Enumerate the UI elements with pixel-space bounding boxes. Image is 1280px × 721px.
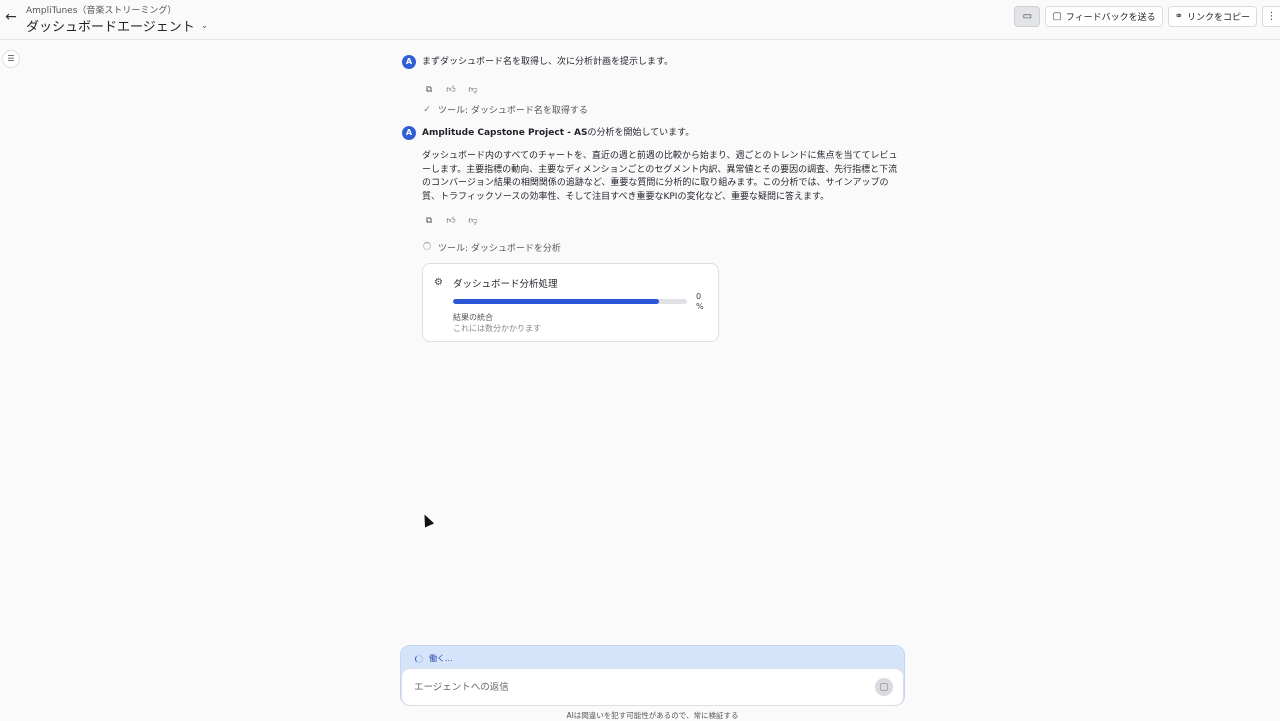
- mouse-cursor-icon: [419, 512, 435, 528]
- link-icon: ⚭: [1174, 10, 1183, 22]
- progress-title: ダッシュボード分析処理: [453, 279, 558, 290]
- tool-status[interactable]: ✓ ツール: ダッシュボード名を取得する: [422, 103, 588, 117]
- copy-link-label: リンクをコピー: [1186, 13, 1250, 23]
- message-text: まずダッシュボード名を取得し、次に分析計画を提示します。: [422, 57, 674, 67]
- page-title-text: ダッシュボードエージェント: [26, 20, 195, 35]
- progress-stage: 結果の統合: [453, 313, 493, 322]
- progress-stage-note: これには数分かかります: [453, 324, 541, 333]
- disclaimer: AIは間違いを犯す可能性があるので、常に検証する: [566, 711, 739, 720]
- message-body: ダッシュボード内のすべてのチャートを、直近の週と前週の比較から始まり、週ごとのト…: [422, 151, 898, 202]
- progress-card: ⚙ ダッシュボード分析処理 0 % 結果の統合 これには数分かかります: [422, 263, 719, 342]
- tool-status[interactable]: ツール: ダッシュボードを分析: [422, 241, 561, 254]
- more-vertical-icon: ⋮: [1266, 10, 1277, 22]
- copy-icon[interactable]: ⧉: [424, 216, 434, 226]
- stop-icon: [880, 683, 888, 691]
- progress-bar-fill: [453, 299, 659, 304]
- progress-percent-symbol: %: [696, 302, 704, 311]
- tool-label: ツール: ダッシュボードを分析: [438, 244, 561, 254]
- back-arrow-icon[interactable]: ←: [3, 9, 19, 25]
- page-title[interactable]: ダッシュボードエージェント ⌄: [26, 16, 208, 35]
- thumbs-down-icon[interactable]: 👎︎: [468, 216, 478, 226]
- more-options-button[interactable]: ⋮: [1262, 6, 1280, 27]
- reply-box: [401, 668, 904, 706]
- message-square-icon: ▢: [1052, 10, 1062, 22]
- folder-button[interactable]: ▭: [1014, 6, 1041, 27]
- copy-icon[interactable]: ⧉: [424, 85, 434, 95]
- agent-message: A まずダッシュボード名を取得し、次に分析計画を提示します。 ⧉ 👍︎ 👎︎: [402, 55, 906, 95]
- copy-link-button[interactable]: ⚭ リンクをコピー: [1167, 6, 1257, 27]
- thumbs-down-icon[interactable]: 👎︎: [468, 85, 478, 95]
- message-actions: ⧉ 👍︎ 👎︎: [424, 216, 478, 226]
- sidebar-toggle-icon[interactable]: ☰: [2, 50, 20, 68]
- top-bar: ← AmpliTunes（音楽ストリーミング） ダッシュボードエージェント ⌄ …: [0, 0, 1280, 40]
- breadcrumb[interactable]: AmpliTunes（音楽ストリーミング）: [26, 3, 176, 16]
- folder-icon: ▭: [1022, 10, 1033, 22]
- thumbs-up-icon[interactable]: 👍︎: [446, 85, 456, 95]
- check-icon: ✓: [423, 104, 431, 115]
- composer: 働く...: [400, 645, 905, 706]
- agent-message: A Amplitude Capstone Project - ASの分析を開始し…: [402, 126, 906, 236]
- robot-icon: ⚙: [434, 277, 443, 288]
- amplitude-logo-icon: A: [402, 55, 416, 69]
- feedback-label: フィードバックを送る: [1065, 13, 1156, 23]
- progress-bar: [453, 299, 687, 304]
- stop-button[interactable]: [875, 678, 893, 696]
- toolbar-right: ▭ ▢ フィードバックを送る ⚭ リンクをコピー ⋮: [1014, 6, 1280, 27]
- thumbs-up-icon[interactable]: 👍︎: [446, 216, 456, 226]
- progress-percent: 0: [696, 292, 702, 301]
- loading-spinner-icon: [422, 242, 432, 253]
- message-heading: Amplitude Capstone Project - ASの分析を開始してい…: [422, 127, 906, 141]
- amplitude-logo-icon: A: [402, 126, 416, 140]
- working-status: 働く...: [415, 653, 453, 664]
- feedback-button[interactable]: ▢ フィードバックを送る: [1045, 6, 1163, 27]
- chevron-down-icon[interactable]: ⌄: [201, 21, 209, 31]
- project-name: Amplitude Capstone Project - AS: [422, 128, 588, 138]
- tool-label: ツール: ダッシュボード名を取得する: [438, 106, 588, 116]
- working-label: 働く...: [429, 654, 453, 663]
- reply-input[interactable]: [414, 678, 854, 696]
- heading-text: の分析を開始しています。: [587, 128, 695, 138]
- message-actions: ⧉ 👍︎ 👎︎: [424, 85, 478, 95]
- loading-spinner-icon: [415, 654, 423, 663]
